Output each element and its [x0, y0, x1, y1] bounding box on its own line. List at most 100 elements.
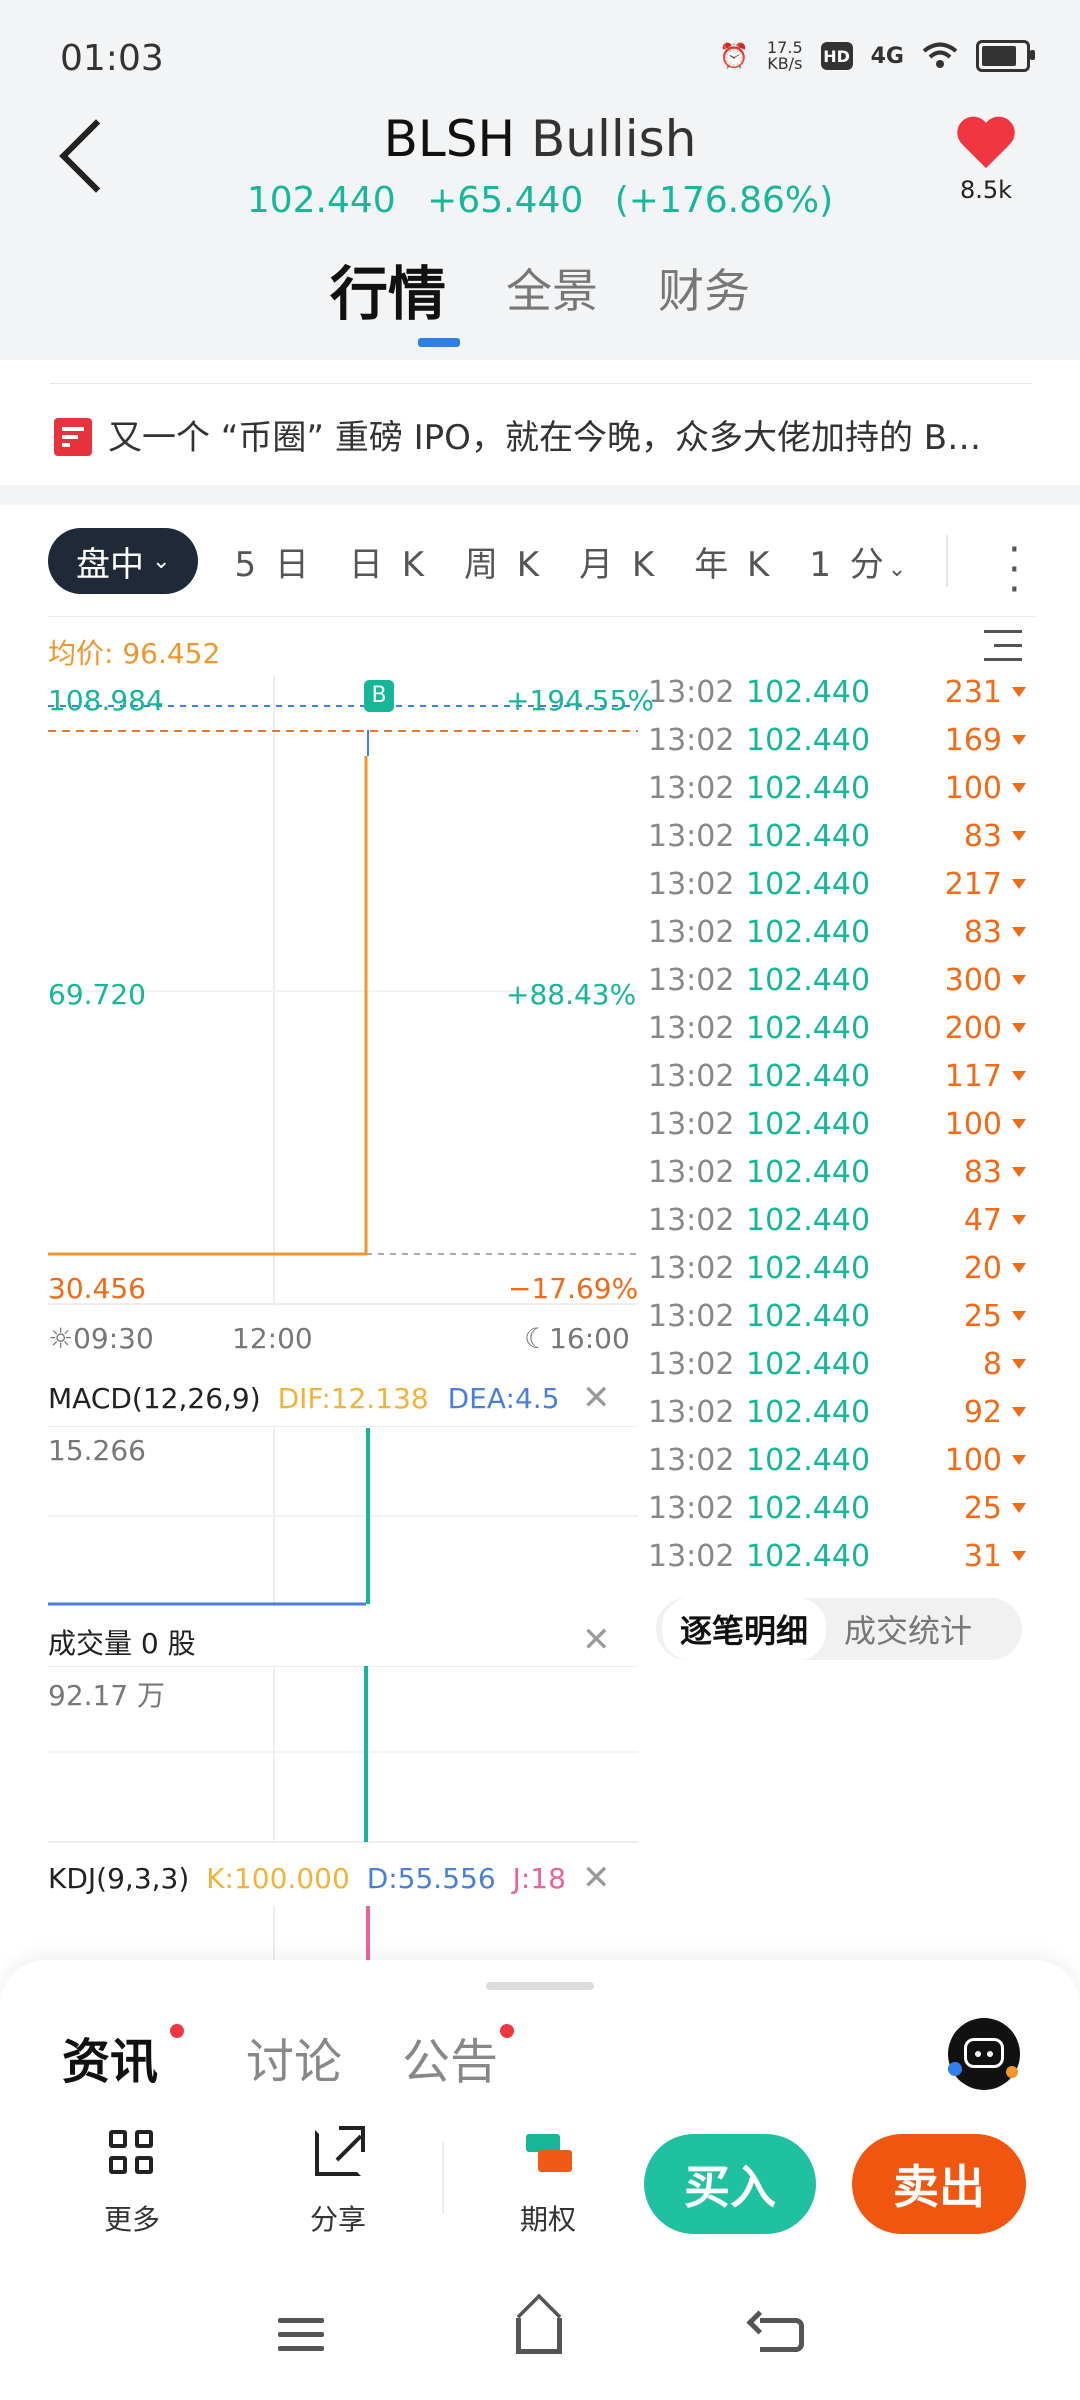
close-kdj-button[interactable]: ✕	[582, 1858, 611, 1898]
trade-time: 13:02	[648, 674, 735, 710]
tab-finance[interactable]: 财务	[658, 255, 750, 347]
sell-button[interactable]: 卖出	[852, 2134, 1026, 2234]
trade-row: 13:02 102.440 31	[648, 1532, 1038, 1580]
favorite-button[interactable]: 8.5k	[948, 118, 1024, 204]
trade-row: 13:02 102.440 231	[648, 668, 1038, 716]
trade-price: 102.440	[746, 914, 871, 950]
trade-price: 102.440	[746, 1058, 871, 1094]
trade-volume: 169	[944, 722, 1002, 758]
sheet-handle[interactable]	[486, 1982, 594, 1990]
trade-price: 102.440	[746, 1538, 871, 1574]
tab-discussion[interactable]: 讨论	[246, 2022, 342, 2092]
trade-price: 102.440	[746, 1202, 871, 1238]
close-macd-button[interactable]: ✕	[582, 1378, 611, 1418]
volume-header: 成交量 0 股	[48, 1627, 196, 1660]
tab-trade-stats[interactable]: 成交统计	[826, 1598, 990, 1660]
hd-icon: HD	[820, 42, 853, 70]
period-month-k[interactable]: 月 K	[579, 537, 658, 586]
announcement-badge	[500, 2024, 514, 2038]
trade-volume: 25	[963, 1490, 1002, 1526]
trade-price: 102.440	[746, 674, 871, 710]
y-label-mid: 69.720	[48, 978, 146, 1011]
collapse-list-icon[interactable]	[984, 630, 1022, 662]
trade-time: 13:02	[648, 914, 735, 950]
trade-time: 13:02	[648, 1394, 735, 1430]
down-arrow-icon	[1012, 1455, 1026, 1465]
macd-chart	[48, 1426, 638, 1606]
tab-market[interactable]: 行情	[330, 247, 460, 347]
period-day-k[interactable]: 日 K	[349, 537, 428, 586]
trade-time: 13:02	[648, 770, 735, 806]
tab-announcement[interactable]: 公告	[402, 2022, 498, 2092]
period-5day[interactable]: 5 日	[234, 537, 312, 586]
tab-overview[interactable]: 全景	[506, 255, 598, 347]
moon-icon: ☾	[524, 1322, 550, 1355]
volume-chart	[48, 1666, 638, 1843]
trade-volume: 31	[963, 1538, 1002, 1574]
heart-icon	[957, 118, 1015, 170]
trade-time: 13:02	[648, 1490, 735, 1526]
y-label-bottom: 30.456	[48, 1272, 146, 1305]
trade-row: 13:02 102.440 25	[648, 1484, 1038, 1532]
trades-list[interactable]: 13:02 102.440 231 13:02 102.440 169 13:02 102.4…	[648, 668, 1038, 1580]
tab-tick-details[interactable]: 逐笔明细	[662, 1598, 827, 1660]
trade-time: 13:02	[648, 1010, 735, 1046]
trade-price: 102.440	[746, 1490, 871, 1526]
more-vertical-icon[interactable]: · · ·	[1008, 530, 1021, 610]
period-1min[interactable]: 1 分⌄	[809, 537, 906, 586]
trade-row: 13:02 102.440 200	[648, 1004, 1038, 1052]
trade-row: 13:02 102.440 100	[648, 1436, 1038, 1484]
news-headline[interactable]: 又一个 “币圈” 重磅 IPO，就在今晚，众多大佬加持的 B…	[108, 410, 1058, 459]
trade-price: 102.440	[746, 1010, 871, 1046]
divider	[48, 616, 1038, 617]
y-label-top: 108.984	[48, 684, 164, 717]
home-icon	[516, 2318, 562, 2354]
trade-price: 102.440	[746, 1106, 871, 1142]
trade-time: 13:02	[648, 1058, 735, 1094]
down-arrow-icon	[1012, 735, 1026, 745]
trade-volume: 92	[963, 1394, 1002, 1430]
options-button[interactable]: 期权	[488, 2130, 608, 2238]
menu-icon[interactable]	[278, 2318, 324, 2360]
trade-row: 13:02 102.440 300	[648, 956, 1038, 1004]
trade-time: 13:02	[648, 1106, 735, 1142]
trade-volume: 100	[944, 1106, 1002, 1142]
period-intraday[interactable]: 盘中 ⌄	[48, 528, 199, 594]
network-4g-icon: 4G	[870, 43, 904, 69]
trade-volume: 25	[963, 1298, 1002, 1334]
average-price: 均价: 96.452	[48, 637, 221, 670]
trade-time: 13:02	[648, 962, 735, 998]
home-button[interactable]	[516, 2318, 562, 2354]
chevron-down-icon: ⌄	[887, 556, 907, 582]
trade-volume: 83	[963, 914, 1002, 950]
ai-assistant-button[interactable]	[948, 2018, 1020, 2090]
trade-price: 102.440	[746, 818, 871, 854]
trade-volume: 8	[982, 1346, 1002, 1382]
trade-time: 13:02	[648, 1538, 735, 1574]
trade-time: 13:02	[648, 722, 735, 758]
trade-row: 13:02 102.440 83	[648, 908, 1038, 956]
period-week-k[interactable]: 周 K	[464, 537, 543, 586]
system-back-button[interactable]	[760, 2318, 804, 2352]
trade-price: 102.440	[746, 1250, 871, 1286]
trade-volume: 100	[944, 770, 1002, 806]
trade-price: 102.440	[746, 1154, 871, 1190]
close-volume-button[interactable]: ✕	[582, 1620, 611, 1660]
period-year-k[interactable]: 年 K	[694, 537, 773, 586]
tab-news[interactable]: 资讯	[62, 2022, 158, 2092]
share-button[interactable]: 分享	[278, 2126, 398, 2238]
trade-volume: 20	[963, 1250, 1002, 1286]
trade-view-toggle: 逐笔明细 成交统计	[656, 1598, 1022, 1660]
more-button[interactable]: 更多	[72, 2130, 192, 2238]
pct-label-bottom: −17.69%	[508, 1272, 639, 1305]
buy-button[interactable]: 买入	[644, 2134, 816, 2234]
down-arrow-icon	[1012, 879, 1026, 889]
trade-time: 13:02	[648, 1154, 735, 1190]
down-arrow-icon	[1012, 687, 1026, 697]
trade-time: 13:02	[648, 1346, 735, 1382]
wifi-icon	[922, 42, 958, 68]
trade-price: 102.440	[746, 962, 871, 998]
time-start: ☼09:30	[48, 1322, 154, 1355]
stock-change: +65.440	[427, 180, 584, 221]
buy-marker[interactable]: B	[364, 680, 394, 712]
